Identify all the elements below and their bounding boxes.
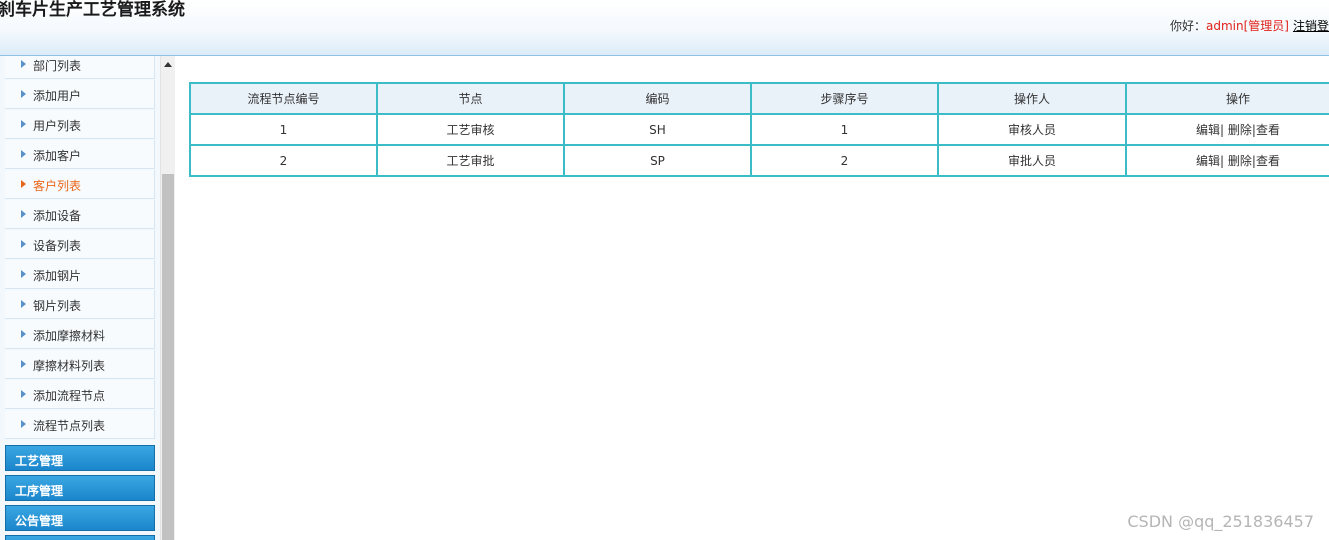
sidebar-item[interactable]: 添加用户 xyxy=(5,80,155,109)
flow-node-table: 流程节点编号 节点 编码 步骤序号 操作人 操作 1 工艺审核 SH 1 审核人… xyxy=(189,82,1329,177)
arrow-right-icon xyxy=(21,150,26,158)
arrow-right-icon xyxy=(21,360,26,368)
logout-link[interactable]: 注销登 xyxy=(1293,19,1329,33)
arrow-right-icon xyxy=(21,90,26,98)
edit-link[interactable]: 编辑| xyxy=(1196,123,1224,137)
arrow-right-icon xyxy=(21,60,26,68)
cell-operator: 审批人员 xyxy=(937,144,1127,177)
cell-code: SH xyxy=(563,113,752,146)
header-bar: 刹车片生产工艺管理系统 你好：admin[管理员] 注销登 xyxy=(0,0,1329,56)
cell-node: 工艺审核 xyxy=(376,113,565,146)
sidebar-item[interactable]: 添加客户 xyxy=(5,140,155,169)
cell-step: 1 xyxy=(750,113,939,146)
sidebar-item-label: 设备列表 xyxy=(33,239,82,253)
sidebar-item[interactable]: 添加钢片 xyxy=(5,260,155,289)
cell-node: 工艺审批 xyxy=(376,144,565,177)
sidebar-item-label: 钢片列表 xyxy=(33,299,82,313)
sidebar-item-label: 部门列表 xyxy=(33,59,82,73)
sidebar-item-label: 流程节点列表 xyxy=(33,419,106,433)
column-header: 流程节点编号 xyxy=(189,82,378,115)
table-row: 1 工艺审核 SH 1 审核人员 编辑| 删除|查看 xyxy=(189,113,1329,146)
view-link[interactable]: 查看 xyxy=(1256,123,1280,137)
sidebar-scrollbar[interactable] xyxy=(160,56,175,540)
edit-link[interactable]: 编辑| xyxy=(1196,154,1224,168)
cell-step: 2 xyxy=(750,144,939,177)
sidebar-item[interactable]: 部门列表 xyxy=(5,56,155,79)
column-header: 步骤序号 xyxy=(750,82,939,115)
arrow-right-icon xyxy=(21,300,26,308)
delete-link[interactable]: 删除| xyxy=(1224,123,1256,137)
arrow-right-icon xyxy=(21,210,26,218)
sidebar-item-label: 添加设备 xyxy=(33,209,82,223)
sidebar-item[interactable]: 添加设备 xyxy=(5,200,155,229)
sidebar-group-header[interactable]: 工序管理 xyxy=(5,475,155,501)
greeting-text: 你好： xyxy=(1170,19,1207,33)
sidebar-group-header[interactable]: 工艺管理 xyxy=(5,445,155,471)
sidebar-group-header[interactable] xyxy=(5,535,155,540)
sidebar-item-label: 添加用户 xyxy=(33,89,82,103)
sidebar-item-label: 添加摩擦材料 xyxy=(33,329,106,343)
sidebar-item[interactable]: 钢片列表 xyxy=(5,290,155,319)
arrow-right-icon xyxy=(21,270,26,278)
table-row: 2 工艺审批 SP 2 审批人员 编辑| 删除|查看 xyxy=(189,144,1329,177)
sidebar-item[interactable]: 摩擦材料列表 xyxy=(5,350,155,379)
column-header: 编码 xyxy=(563,82,752,115)
main-content: 流程节点编号 节点 编码 步骤序号 操作人 操作 1 工艺审核 SH 1 审核人… xyxy=(175,56,1329,540)
sidebar-item[interactable]: 添加流程节点 xyxy=(5,380,155,409)
scroll-thumb[interactable] xyxy=(162,174,174,540)
user-bar: 你好：admin[管理员] 注销登 xyxy=(1170,17,1329,34)
system-title: 刹车片生产工艺管理系统 xyxy=(0,0,185,20)
cell-operator: 审核人员 xyxy=(937,113,1127,146)
sidebar-group-label: 公告管理 xyxy=(15,514,64,528)
csdn-watermark: CSDN @qq_251836457 xyxy=(1127,512,1314,531)
cell-code: SP xyxy=(563,144,752,177)
sidebar-item[interactable]: 用户列表 xyxy=(5,110,155,139)
sidebar-item-label: 添加钢片 xyxy=(33,269,82,283)
view-link[interactable]: 查看 xyxy=(1256,154,1280,168)
arrow-right-icon xyxy=(21,390,26,398)
arrow-right-icon xyxy=(21,330,26,338)
arrow-right-icon xyxy=(21,240,26,248)
sidebar-item[interactable]: 客户列表 xyxy=(5,170,155,199)
scroll-up-arrow-icon[interactable] xyxy=(164,62,172,67)
column-header: 操作人 xyxy=(937,82,1127,115)
sidebar-item[interactable]: 添加摩擦材料 xyxy=(5,320,155,349)
sidebar: 部门列表添加用户用户列表添加客户客户列表添加设备设备列表添加钢片钢片列表添加摩擦… xyxy=(0,56,160,540)
arrow-right-icon xyxy=(21,420,26,428)
arrow-right-icon xyxy=(21,180,26,188)
sidebar-item[interactable]: 设备列表 xyxy=(5,230,155,259)
column-header: 节点 xyxy=(376,82,565,115)
sidebar-item-label: 添加客户 xyxy=(33,149,82,163)
sidebar-item-label: 添加流程节点 xyxy=(33,389,106,403)
sidebar-group-header[interactable]: 公告管理 xyxy=(5,505,155,531)
cell-actions: 编辑| 删除|查看 xyxy=(1125,113,1329,146)
sidebar-group-label: 工艺管理 xyxy=(15,454,64,468)
sidebar-item-label: 摩擦材料列表 xyxy=(33,359,106,373)
sidebar-item[interactable]: 流程节点列表 xyxy=(5,410,155,439)
username-text: admin[管理员] xyxy=(1206,19,1289,33)
sidebar-item-label: 客户列表 xyxy=(33,179,82,193)
cell-actions: 编辑| 删除|查看 xyxy=(1125,144,1329,177)
column-header: 操作 xyxy=(1125,82,1329,115)
sidebar-item-label: 用户列表 xyxy=(33,119,82,133)
delete-link[interactable]: 删除| xyxy=(1224,154,1256,168)
cell-id: 2 xyxy=(189,144,378,177)
table-header-row: 流程节点编号 节点 编码 步骤序号 操作人 操作 xyxy=(189,82,1329,115)
arrow-right-icon xyxy=(21,120,26,128)
cell-id: 1 xyxy=(189,113,378,146)
sidebar-group-label: 工序管理 xyxy=(15,484,64,498)
